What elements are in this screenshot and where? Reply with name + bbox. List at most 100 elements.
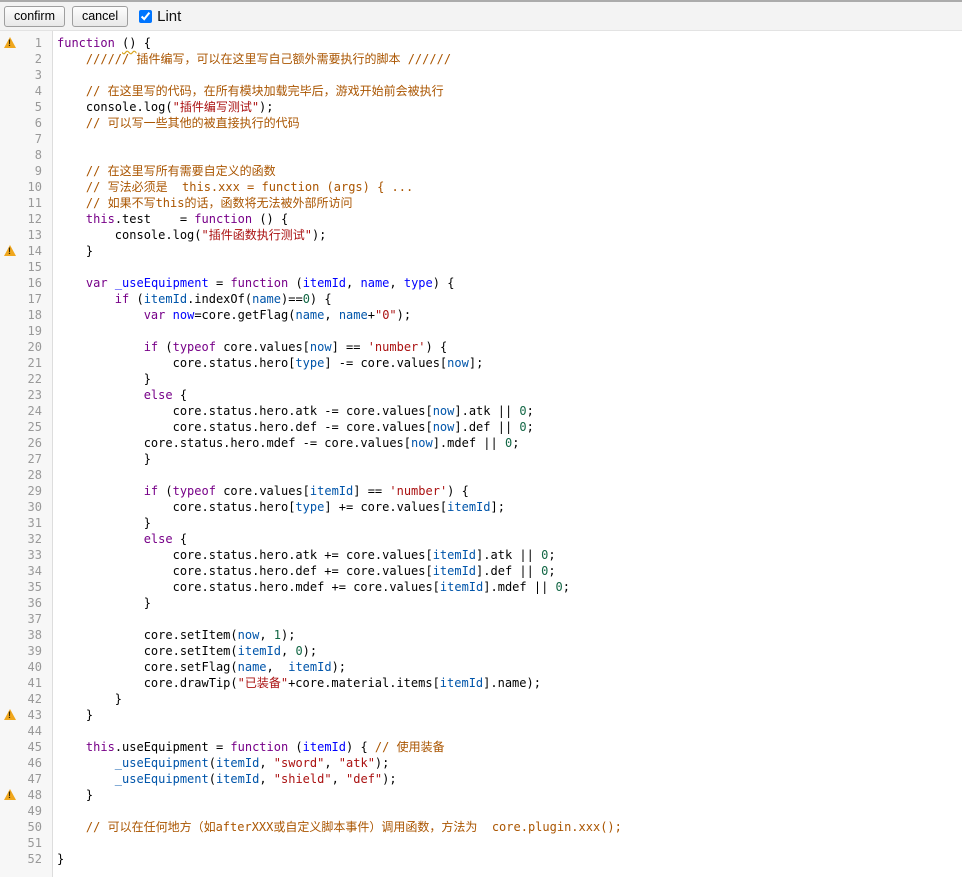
code-text: }	[47, 691, 122, 707]
code-line[interactable]: 21 core.status.hero[type] -= core.values…	[0, 355, 962, 371]
line-number: 22	[16, 371, 47, 387]
code-line[interactable]: 31 }	[0, 515, 962, 531]
code-text: _useEquipment(itemId, "sword", "atk");	[47, 755, 389, 771]
code-line[interactable]: 34 core.status.hero.def += core.values[i…	[0, 563, 962, 579]
line-number: 47	[16, 771, 47, 787]
marker-cell	[0, 339, 16, 355]
line-number: 43	[16, 707, 47, 723]
line-number: 10	[16, 179, 47, 195]
code-line[interactable]: 25 core.status.hero.def -= core.values[n…	[0, 419, 962, 435]
code-line[interactable]: 14 }	[0, 243, 962, 259]
marker-cell	[0, 131, 16, 147]
code-line[interactable]: 35 core.status.hero.mdef += core.values[…	[0, 579, 962, 595]
code-text: core.status.hero.atk -= core.values[now]…	[47, 403, 534, 419]
code-line[interactable]: 13 console.log("插件函数执行测试");	[0, 227, 962, 243]
line-number: 26	[16, 435, 47, 451]
line-number: 34	[16, 563, 47, 579]
code-line[interactable]: 10 // 写法必须是 this.xxx = function (args) {…	[0, 179, 962, 195]
code-line[interactable]: 51	[0, 835, 962, 851]
code-line[interactable]: 7	[0, 131, 962, 147]
code-line[interactable]: 22 }	[0, 371, 962, 387]
line-number: 13	[16, 227, 47, 243]
code-text: ////// 插件编写，可以在这里写自己额外需要执行的脚本 //////	[47, 51, 451, 67]
marker-cell	[0, 99, 16, 115]
code-line[interactable]: 43 }	[0, 707, 962, 723]
code-line[interactable]: 26 core.status.hero.mdef -= core.values[…	[0, 435, 962, 451]
lint-toggle[interactable]: Lint	[139, 8, 181, 25]
code-editor[interactable]: 1function () {2 ////// 插件编写，可以在这里写自己额外需要…	[0, 31, 962, 877]
code-text: core.setItem(itemId, 0);	[47, 643, 317, 659]
code-line[interactable]: 23 else {	[0, 387, 962, 403]
marker-cell	[0, 483, 16, 499]
code-line[interactable]: 29 if (typeof core.values[itemId] == 'nu…	[0, 483, 962, 499]
code-line[interactable]: 47 _useEquipment(itemId, "shield", "def"…	[0, 771, 962, 787]
code-line[interactable]: 30 core.status.hero[type] += core.values…	[0, 499, 962, 515]
confirm-button[interactable]: confirm	[4, 6, 65, 27]
code-line[interactable]: 38 core.setItem(now, 1);	[0, 627, 962, 643]
line-number: 39	[16, 643, 47, 659]
code-line[interactable]: 2 ////// 插件编写，可以在这里写自己额外需要执行的脚本 //////	[0, 51, 962, 67]
code-text: // 如果不写this的话，函数将无法被外部所访问	[47, 195, 352, 211]
code-line[interactable]: 32 else {	[0, 531, 962, 547]
code-line[interactable]: 46 _useEquipment(itemId, "sword", "atk")…	[0, 755, 962, 771]
code-line[interactable]: 9 // 在这里写所有需要自定义的函数	[0, 163, 962, 179]
code-line[interactable]: 12 this.test = function () {	[0, 211, 962, 227]
code-line[interactable]: 36 }	[0, 595, 962, 611]
marker-cell	[0, 451, 16, 467]
editor-toolbar: confirm cancel Lint	[0, 0, 962, 31]
code-line[interactable]: 4 // 在这里写的代码，在所有模块加载完毕后，游戏开始前会被执行	[0, 83, 962, 99]
code-text: core.status.hero[type] += core.values[it…	[47, 499, 505, 515]
line-number: 41	[16, 675, 47, 691]
code-text: // 写法必须是 this.xxx = function (args) { ..…	[47, 179, 413, 195]
code-line[interactable]: 33 core.status.hero.atk += core.values[i…	[0, 547, 962, 563]
code-line[interactable]: 42 }	[0, 691, 962, 707]
code-line[interactable]: 28	[0, 467, 962, 483]
code-line[interactable]: 37	[0, 611, 962, 627]
code-text: core.setItem(now, 1);	[47, 627, 295, 643]
line-number: 52	[16, 851, 47, 867]
marker-cell	[0, 435, 16, 451]
line-number: 44	[16, 723, 47, 739]
code-line[interactable]: 17 if (itemId.indexOf(name)==0) {	[0, 291, 962, 307]
code-line[interactable]: 3	[0, 67, 962, 83]
lint-checkbox[interactable]	[139, 10, 152, 23]
code-text: this.test = function () {	[47, 211, 288, 227]
code-line[interactable]: 48 }	[0, 787, 962, 803]
code-line[interactable]: 11 // 如果不写this的话，函数将无法被外部所访问	[0, 195, 962, 211]
code-line[interactable]: 1function () {	[0, 35, 962, 51]
code-line[interactable]: 16 var _useEquipment = function (itemId,…	[0, 275, 962, 291]
line-number: 45	[16, 739, 47, 755]
code-line[interactable]: 27 }	[0, 451, 962, 467]
line-number: 50	[16, 819, 47, 835]
code-line[interactable]: 8	[0, 147, 962, 163]
code-line[interactable]: 50 // 可以在任何地方（如afterXXX或自定义脚本事件）调用函数，方法为…	[0, 819, 962, 835]
code-line[interactable]: 24 core.status.hero.atk -= core.values[n…	[0, 403, 962, 419]
marker-cell	[0, 851, 16, 867]
marker-cell	[0, 467, 16, 483]
code-text: core.drawTip("已装备"+core.material.items[i…	[47, 675, 541, 691]
code-line[interactable]: 49	[0, 803, 962, 819]
code-line[interactable]: 41 core.drawTip("已装备"+core.material.item…	[0, 675, 962, 691]
code-line[interactable]: 15	[0, 259, 962, 275]
line-number: 15	[16, 259, 47, 275]
line-number: 23	[16, 387, 47, 403]
code-line[interactable]: 19	[0, 323, 962, 339]
code-line[interactable]: 6 // 可以写一些其他的被直接执行的代码	[0, 115, 962, 131]
line-number: 32	[16, 531, 47, 547]
line-number: 4	[16, 83, 47, 99]
marker-cell	[0, 499, 16, 515]
code-line[interactable]: 40 core.setFlag(name, itemId);	[0, 659, 962, 675]
code-line[interactable]: 5 console.log("插件编写测试");	[0, 99, 962, 115]
code-line[interactable]: 45 this.useEquipment = function (itemId)…	[0, 739, 962, 755]
marker-cell	[0, 771, 16, 787]
code-line[interactable]: 52}	[0, 851, 962, 867]
marker-cell	[0, 67, 16, 83]
warning-marker-cell	[0, 787, 16, 803]
code-line[interactable]: 39 core.setItem(itemId, 0);	[0, 643, 962, 659]
code-line[interactable]: 20 if (typeof core.values[now] == 'numbe…	[0, 339, 962, 355]
code-line[interactable]: 44	[0, 723, 962, 739]
code-text: core.status.hero.def += core.values[item…	[47, 563, 556, 579]
cancel-button[interactable]: cancel	[72, 6, 128, 27]
code-line[interactable]: 18 var now=core.getFlag(name, name+"0");	[0, 307, 962, 323]
code-text: }	[47, 451, 151, 467]
